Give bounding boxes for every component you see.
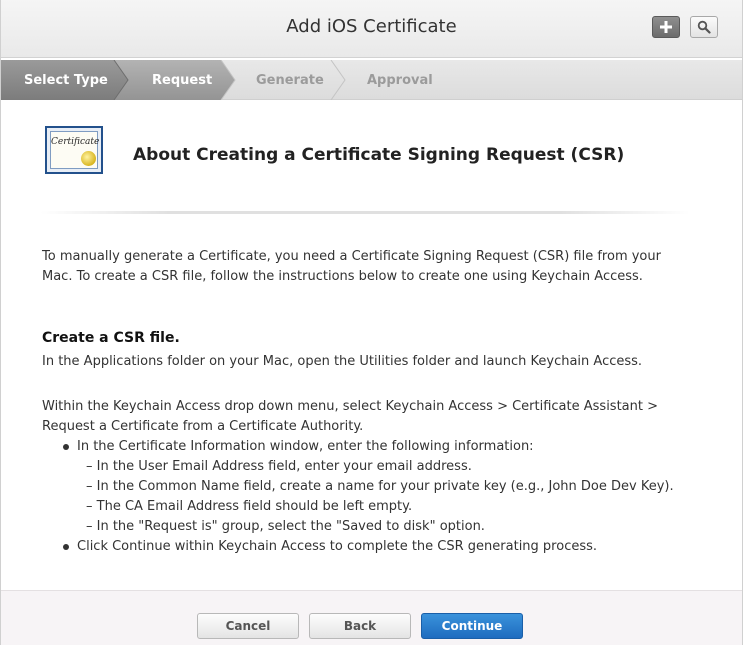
step-request: Request — [152, 73, 213, 88]
step-approval: Approval — [367, 73, 433, 88]
continue-button[interactable]: Continue — [421, 613, 523, 639]
cancel-button[interactable]: Cancel — [197, 613, 299, 639]
certificate-icon: Certificate — [45, 126, 103, 174]
bullet-dot — [63, 544, 69, 550]
intro-line-2: Mac. To create a CSR file, follow the in… — [42, 269, 643, 284]
step-select-type: Select Type — [24, 73, 108, 88]
bullet-item-2: Click Continue within Keychain Access to… — [77, 539, 598, 554]
step-generate: Generate — [256, 73, 324, 88]
bullet-dot — [63, 444, 69, 450]
section-line-1: In the Applications folder on your Mac, … — [42, 354, 643, 369]
search-button[interactable] — [690, 16, 718, 38]
back-button[interactable]: Back — [309, 613, 411, 639]
page-heading: About Creating a Certificate Signing Req… — [133, 145, 625, 165]
add-button[interactable] — [652, 16, 680, 38]
search-icon — [697, 20, 711, 34]
section-para2-line-2: Request a Certificate from a Certificate… — [42, 419, 364, 434]
plus-icon — [660, 21, 672, 33]
sub-item-4: – In the "Request is" group, select the … — [86, 519, 485, 534]
step-progress-bar: Select Type Request Generate Approval — [0, 60, 743, 100]
sub-item-1: – In the User Email Address field, enter… — [86, 459, 472, 474]
sub-item-3: – The CA Email Address field should be l… — [86, 499, 413, 514]
add-certificate-window: Add iOS Certificate Select Type Request … — [0, 0, 743, 645]
bullet-item-1: In the Certificate Information window, e… — [77, 439, 534, 454]
title-bar: Add iOS Certificate — [0, 0, 743, 58]
sub-item-2: – In the Common Name field, create a nam… — [86, 479, 674, 494]
footer-bar: Cancel Back Continue — [0, 590, 743, 645]
intro-line-1: To manually generate a Certificate, you … — [42, 249, 661, 264]
divider — [40, 211, 690, 214]
section-heading: Create a CSR file. — [42, 330, 180, 346]
certificate-icon-text: Certificate — [51, 137, 100, 147]
window-title: Add iOS Certificate — [286, 16, 457, 37]
section-para2-line-1: Within the Keychain Access drop down men… — [42, 399, 659, 414]
certificate-seal-icon — [81, 151, 96, 166]
left-border — [0, 0, 1, 645]
